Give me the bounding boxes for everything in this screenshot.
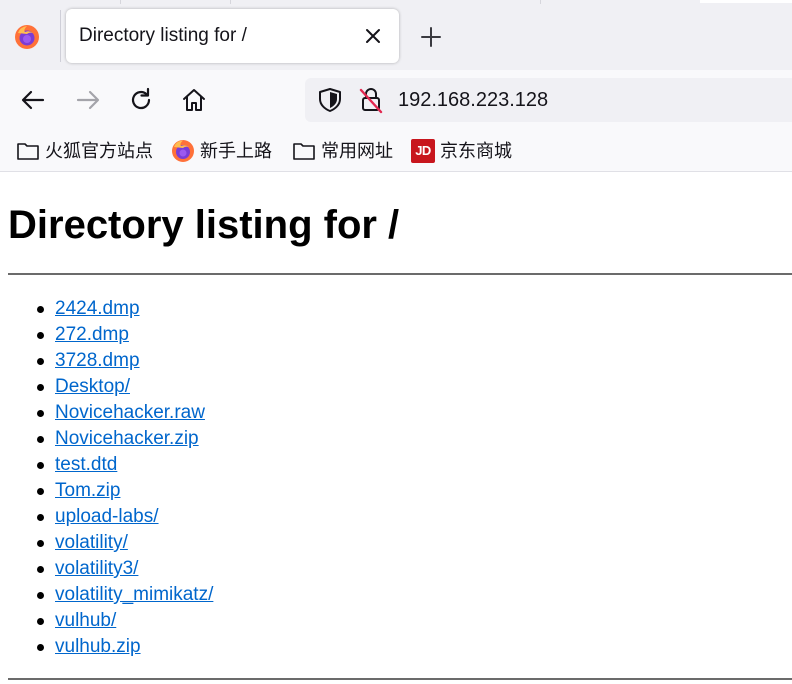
list-bullet [37,540,44,547]
tab-strip-divider [230,0,530,4]
list-bullet [37,436,44,443]
tab-strip-divider [540,0,690,4]
tab-title: Directory listing for / [79,25,247,46]
navigation-toolbar: 192.168.223.128 [0,70,792,130]
folder-icon [17,143,39,160]
home-icon[interactable] [180,86,208,114]
tracking-protection-shield-icon[interactable] [317,86,343,114]
back-arrow-icon[interactable] [19,86,47,114]
file-link[interactable]: 272.dmp [55,322,129,348]
list-bullet [37,618,44,625]
tab-strip: Directory listing for / [0,0,792,70]
file-link[interactable]: Novicehacker.raw [55,400,205,426]
bookmark-label: 常用网址 [321,141,393,161]
url-text[interactable]: 192.168.223.128 [398,78,548,122]
tab-strip-divider [120,0,230,4]
list-bullet [37,358,44,365]
jd-icon: JD [411,139,435,163]
forward-arrow-icon[interactable] [74,86,102,114]
insecure-lock-icon[interactable] [358,86,384,114]
file-link[interactable]: upload-labs/ [55,504,159,530]
list-bullet [37,644,44,651]
reload-icon[interactable] [127,86,155,114]
list-bullet [37,410,44,417]
close-tab-icon[interactable] [363,26,383,46]
tab-strip-highlight [700,0,792,3]
list-bullet [37,488,44,495]
list-bullet [37,332,44,339]
folder-icon [293,143,315,160]
bottom-divider [8,678,792,680]
file-link[interactable]: volatility/ [55,530,128,556]
file-link[interactable]: Novicehacker.zip [55,426,199,452]
list-bullet [37,462,44,469]
url-bar[interactable]: 192.168.223.128 [305,78,792,122]
list-bullet [37,566,44,573]
page-title: Directory listing for / [8,203,400,247]
file-link[interactable]: volatility_mimikatz/ [55,582,213,608]
top-divider [8,273,792,275]
bookmark-label: 新手上路 [200,141,272,161]
file-link[interactable]: Desktop/ [55,374,130,400]
file-link[interactable]: vulhub/ [55,608,116,634]
file-link[interactable]: vulhub.zip [55,634,141,660]
file-link[interactable]: 3728.dmp [55,348,140,374]
firefox-menu-icon[interactable] [14,24,40,50]
file-link[interactable]: volatility3/ [55,556,138,582]
file-link[interactable]: 2424.dmp [55,296,140,322]
bookmark-label: 京东商城 [440,141,512,161]
file-link[interactable]: Tom.zip [55,478,120,504]
list-bullet [37,306,44,313]
tab-separator [60,10,61,62]
list-bullet [37,514,44,521]
bookmarks-toolbar: 火狐官方站点 新手上路 常用网址 JD 京东商城 [0,130,792,172]
list-bullet [37,592,44,599]
file-link[interactable]: test.dtd [55,452,117,478]
bookmark-label: 火狐官方站点 [45,141,153,161]
page-content: Directory listing for / 2424.dmp 272.dmp 3… [0,172,792,684]
active-tab[interactable]: Directory listing for / [66,9,399,63]
firefox-icon [172,140,194,162]
new-tab-plus-icon[interactable] [418,24,444,50]
list-bullet [37,384,44,391]
